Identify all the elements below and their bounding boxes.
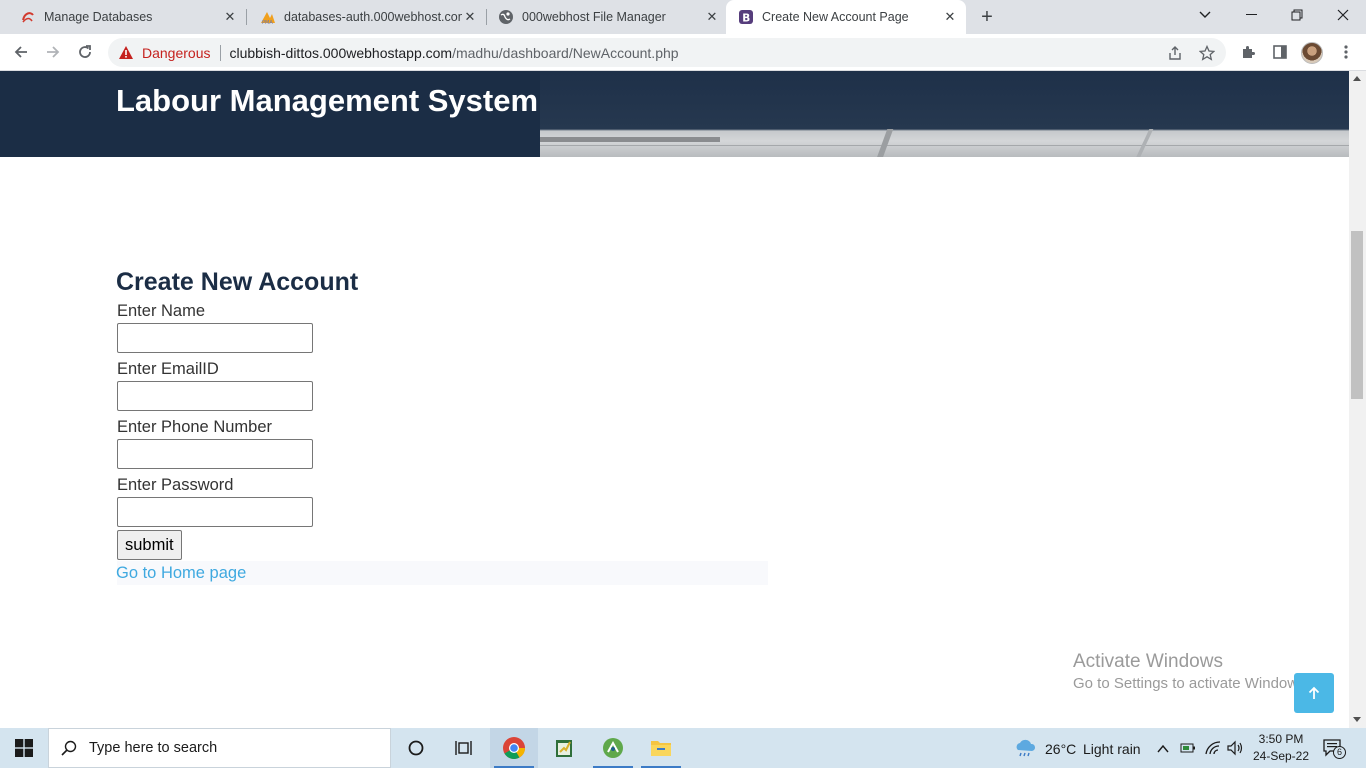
tab-title: Manage Databases xyxy=(44,10,153,24)
bootstrap-icon: B xyxy=(738,9,754,25)
forward-arrow-icon[interactable] xyxy=(40,39,66,65)
close-window-icon[interactable] xyxy=(1320,0,1366,30)
task-view-icon[interactable] xyxy=(440,728,488,768)
restore-icon[interactable] xyxy=(1274,0,1320,30)
close-tab-icon[interactable]: ✕ xyxy=(704,9,720,25)
weather-description[interactable]: Light rain xyxy=(1083,741,1141,757)
create-account-form: Create New Account Enter Name Enter Emai… xyxy=(116,265,768,585)
globe-icon xyxy=(498,9,514,25)
tab-title: Create New Account Page xyxy=(762,10,909,24)
tab-title: 000webhost File Manager xyxy=(522,10,666,24)
file-explorer-icon[interactable] xyxy=(637,728,685,768)
submit-button[interactable]: submit xyxy=(117,530,182,560)
chevron-up-icon[interactable] xyxy=(1157,741,1169,759)
profile-avatar[interactable] xyxy=(1301,42,1323,64)
watermark-subtitle: Go to Settings to activate Windows. xyxy=(1073,675,1310,692)
tab-title: databases-auth.000webhost.com xyxy=(284,10,462,24)
name-label: Enter Name xyxy=(117,302,206,320)
clock-time: 3:50 PM xyxy=(1258,732,1304,746)
password-label: Enter Password xyxy=(117,476,234,494)
email-input[interactable] xyxy=(117,381,313,411)
search-placeholder: Type here to search xyxy=(89,740,218,756)
scroll-up-arrow-icon[interactable] xyxy=(1353,76,1361,81)
scroll-down-arrow-icon[interactable] xyxy=(1353,717,1361,722)
url-host[interactable]: clubbish-dittos.000webhostapp.com xyxy=(230,45,453,61)
share-icon[interactable] xyxy=(1166,44,1184,62)
warning-triangle-icon[interactable] xyxy=(118,45,134,61)
tab-databases-auth[interactable]: PMA databases-auth.000webhost.com ✕ xyxy=(240,0,486,34)
windows-start-icon[interactable] xyxy=(0,728,48,768)
home-link-row: Go to Home page xyxy=(116,561,768,585)
svg-text:PMA: PMA xyxy=(262,20,273,25)
tab-file-manager[interactable]: 000webhost File Manager ✕ xyxy=(478,0,728,34)
close-tab-icon[interactable]: ✕ xyxy=(222,9,238,25)
watermark-title: Activate Windows xyxy=(1073,651,1223,672)
close-tab-icon[interactable]: ✕ xyxy=(942,9,958,25)
url-path[interactable]: /madhu/dashboard/NewAccount.php xyxy=(452,45,678,61)
android-studio-icon[interactable] xyxy=(589,728,637,768)
back-to-top-button[interactable] xyxy=(1294,673,1334,713)
battery-icon[interactable] xyxy=(1180,741,1196,760)
phone-label: Enter Phone Number xyxy=(117,418,273,436)
email-label: Enter EmailID xyxy=(117,360,219,378)
header-background-image xyxy=(540,71,1349,157)
home-page-link[interactable]: Go to Home page xyxy=(116,564,246,582)
name-input[interactable] xyxy=(117,323,313,353)
reload-icon[interactable] xyxy=(72,39,98,65)
security-status-label[interactable]: Dangerous xyxy=(142,45,211,61)
tab-create-new-account[interactable]: B Create New Account Page ✕ xyxy=(726,0,966,34)
notification-center-icon[interactable]: 6 xyxy=(1322,738,1346,763)
weather-temperature[interactable]: 26°C xyxy=(1045,741,1076,757)
back-arrow-icon[interactable] xyxy=(8,39,34,65)
windows-taskbar: Type here to search 26°C Light rain 3:50… xyxy=(0,728,1366,768)
site-header: Labour Management System xyxy=(0,71,1349,157)
phpmyadmin-icon: PMA xyxy=(260,9,276,25)
activate-windows-watermark: Activate Windows Go to Settings to activ… xyxy=(1073,651,1310,692)
address-bar[interactable]: Dangerous clubbish-dittos.000webhostapp.… xyxy=(108,38,1226,67)
page-scrollbar[interactable] xyxy=(1349,71,1366,728)
database-icon xyxy=(20,9,36,25)
taskbar-search-box[interactable]: Type here to search xyxy=(48,728,391,768)
form-heading: Create New Account xyxy=(116,268,359,296)
arrow-up-icon xyxy=(1308,686,1320,699)
password-input[interactable] xyxy=(117,497,313,527)
extensions-puzzle-icon[interactable] xyxy=(1237,41,1259,63)
weather-rain-icon[interactable] xyxy=(1013,738,1037,763)
omnibox-divider xyxy=(219,44,221,61)
site-title: Labour Management System xyxy=(116,83,539,118)
browser-toolbar: Dangerous clubbish-dittos.000webhostapp.… xyxy=(0,34,1366,71)
page-viewport: Labour Management System Create New Acco… xyxy=(0,71,1349,728)
tab-manage-databases[interactable]: Manage Databases ✕ xyxy=(0,0,246,34)
search-icon xyxy=(61,740,77,756)
chrome-taskbar-icon[interactable] xyxy=(490,728,538,768)
browser-tab-strip: Manage Databases ✕ PMA databases-auth.00… xyxy=(0,0,1366,34)
chrome-menu-icon[interactable] xyxy=(1335,41,1357,63)
system-clock[interactable]: 3:50 PM 24-Sep-22 xyxy=(1248,731,1314,765)
svg-text:B: B xyxy=(742,12,750,24)
cortana-icon[interactable] xyxy=(392,728,440,768)
tab-search-chevron-icon[interactable] xyxy=(1182,0,1228,30)
volume-icon[interactable] xyxy=(1226,740,1244,761)
notepad-icon[interactable] xyxy=(540,728,588,768)
new-tab-icon[interactable]: + xyxy=(976,6,998,28)
side-panel-icon[interactable] xyxy=(1269,41,1291,63)
bookmark-star-icon[interactable] xyxy=(1198,44,1216,62)
minimize-icon[interactable] xyxy=(1228,0,1274,30)
close-tab-icon[interactable]: ✕ xyxy=(462,9,478,25)
wifi-icon[interactable] xyxy=(1204,740,1222,761)
scrollbar-thumb[interactable] xyxy=(1351,231,1363,399)
notification-count-badge: 6 xyxy=(1333,746,1346,759)
phone-input[interactable] xyxy=(117,439,313,469)
clock-date: 24-Sep-22 xyxy=(1252,749,1310,763)
